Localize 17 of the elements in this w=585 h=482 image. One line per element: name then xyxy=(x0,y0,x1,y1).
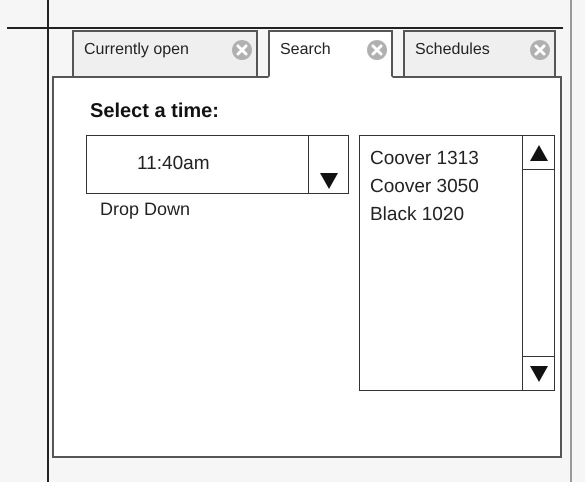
section-title: Select a time: xyxy=(90,100,220,123)
list-item[interactable]: Black 1020 xyxy=(370,204,522,226)
dropdown[interactable]: 11:40am xyxy=(86,135,349,194)
list-box[interactable]: Coover 1313 Coover 3050 Black 1020 xyxy=(359,135,555,391)
dropdown-arrow-icon[interactable] xyxy=(320,173,338,189)
dropdown-value: 11:40am xyxy=(136,152,211,176)
tab[interactable]: Currently open xyxy=(72,30,258,78)
tab[interactable]: Search xyxy=(268,30,393,78)
list-item[interactable]: Coover 3050 xyxy=(370,176,522,198)
tab[interactable]: Schedules xyxy=(403,30,556,78)
dropdown-label: Drop Down xyxy=(100,199,192,220)
list-item[interactable]: Coover 1313 xyxy=(370,148,522,170)
tab-label: Search xyxy=(280,41,331,59)
scroll-down-icon[interactable] xyxy=(530,366,548,382)
tab-label: Currently open xyxy=(84,41,189,59)
tab-label: Schedules xyxy=(415,41,490,59)
scroll-up-icon[interactable] xyxy=(530,144,548,160)
